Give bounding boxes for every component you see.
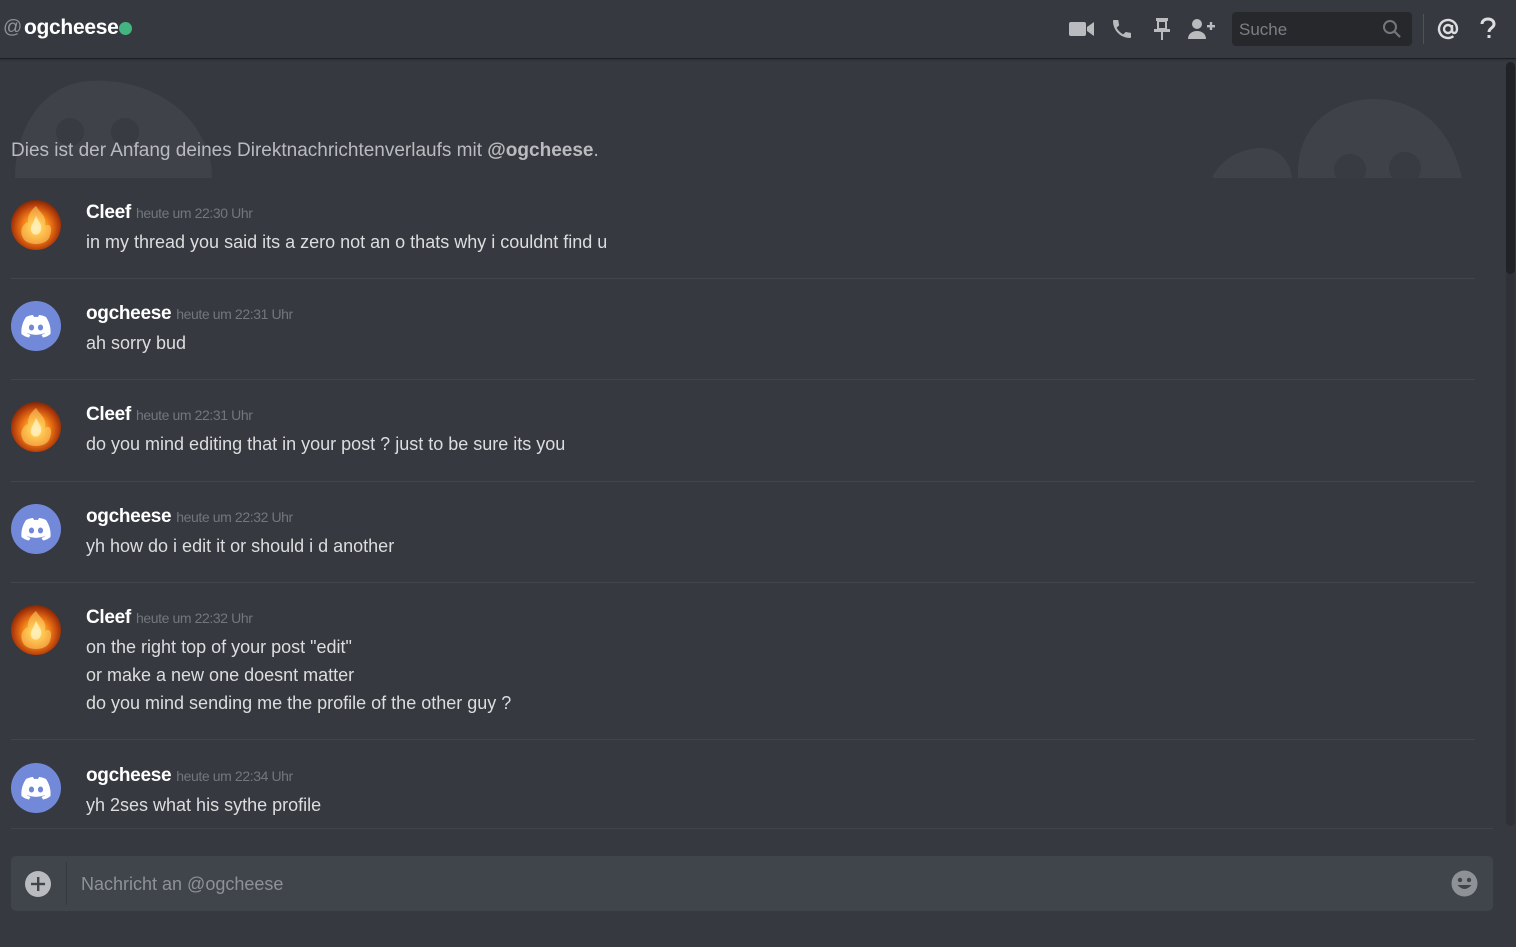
discord-default-avatar[interactable]: [11, 301, 61, 351]
message-divider: [11, 481, 1475, 482]
message-author[interactable]: ogcheese: [86, 303, 172, 324]
fire-avatar[interactable]: [11, 200, 61, 250]
message-author[interactable]: ogcheese: [86, 506, 172, 527]
dm-intro-end: .: [593, 140, 599, 161]
discord-default-avatar[interactable]: [11, 504, 61, 554]
message-author[interactable]: Cleef: [86, 202, 131, 223]
message-author[interactable]: Cleef: [86, 607, 131, 628]
dm-at-symbol: @: [3, 17, 23, 38]
search-box[interactable]: [1232, 12, 1412, 48]
fire-avatar[interactable]: [11, 605, 61, 655]
message-text: yh 2ses what his sythe profile: [86, 795, 322, 815]
message-timestamp: heute um 22:34 Uhr: [176, 768, 293, 784]
message-text: on the right top of your post "edit": [86, 637, 352, 657]
composer-separator: [66, 862, 67, 905]
message-author[interactable]: ogcheese: [86, 765, 172, 786]
message-divider: [11, 582, 1475, 583]
discord-default-avatar[interactable]: [11, 763, 61, 813]
message-divider: [11, 739, 1475, 740]
header-divider: [1423, 14, 1424, 44]
message-composer: [11, 856, 1493, 913]
message-author[interactable]: Cleef: [86, 404, 131, 425]
search-input[interactable]: [1232, 12, 1381, 48]
voice-call-icon[interactable]: [1107, 14, 1137, 44]
message-text: yh how do i edit it or should i d anothe…: [86, 536, 395, 556]
add-friend-icon[interactable]: [1187, 14, 1217, 44]
dm-intro: Dies ist der Anfang deines Direktnachric…: [11, 140, 599, 162]
add-attachment-icon[interactable]: [25, 871, 51, 897]
online-status-indicator: [119, 22, 132, 35]
message-text: ah sorry bud: [86, 333, 187, 353]
fire-avatar[interactable]: [11, 402, 61, 452]
message-timestamp: heute um 22:31 Uhr: [176, 306, 293, 322]
dm-intro-mention[interactable]: @ogcheese: [487, 140, 593, 161]
message-list: Dies ist der Anfang deines Direktnachric…: [0, 60, 1500, 828]
message-timestamp: heute um 22:30 Uhr: [135, 205, 253, 221]
message-text: do you mind sending me the profile of th…: [86, 693, 512, 713]
video-call-icon[interactable]: [1067, 14, 1097, 44]
message-header: ogcheese heute um 22:34 Uhr: [86, 765, 293, 787]
message-timestamp: heute um 22:32 Uhr: [135, 610, 253, 626]
message-header: ogcheese heute um 22:32 Uhr: [86, 506, 293, 528]
message-input[interactable]: [79, 856, 1443, 913]
composer-divider: [11, 828, 1493, 829]
message-divider: [11, 278, 1475, 279]
message-divider: [11, 379, 1475, 380]
message-header: Cleef heute um 22:32 Uhr: [86, 607, 253, 629]
message-text: in my thread you said its a zero not an …: [86, 232, 608, 252]
message-text: or make a new one doesnt matter: [86, 665, 355, 685]
pinned-messages-icon[interactable]: [1147, 14, 1177, 44]
search-icon: [1382, 19, 1402, 44]
channel-name: ogcheese: [24, 16, 119, 39]
mentions-icon[interactable]: [1433, 14, 1463, 44]
emoji-icon[interactable]: [1451, 870, 1478, 897]
channel-header: @ ogcheese: [0, 0, 1516, 58]
help-icon[interactable]: [1473, 14, 1503, 44]
message-header: Cleef heute um 22:30 Uhr: [86, 202, 253, 224]
message-scrollbar-thumb[interactable]: [1506, 62, 1515, 274]
message-text: do you mind editing that in your post ? …: [86, 434, 566, 454]
message-header: ogcheese heute um 22:31 Uhr: [86, 303, 293, 325]
message-timestamp: heute um 22:31 Uhr: [135, 407, 253, 423]
dm-intro-text: Dies ist der Anfang deines Direktnachric…: [11, 140, 488, 161]
message-header: Cleef heute um 22:31 Uhr: [86, 404, 253, 426]
message-timestamp: heute um 22:32 Uhr: [176, 509, 293, 525]
